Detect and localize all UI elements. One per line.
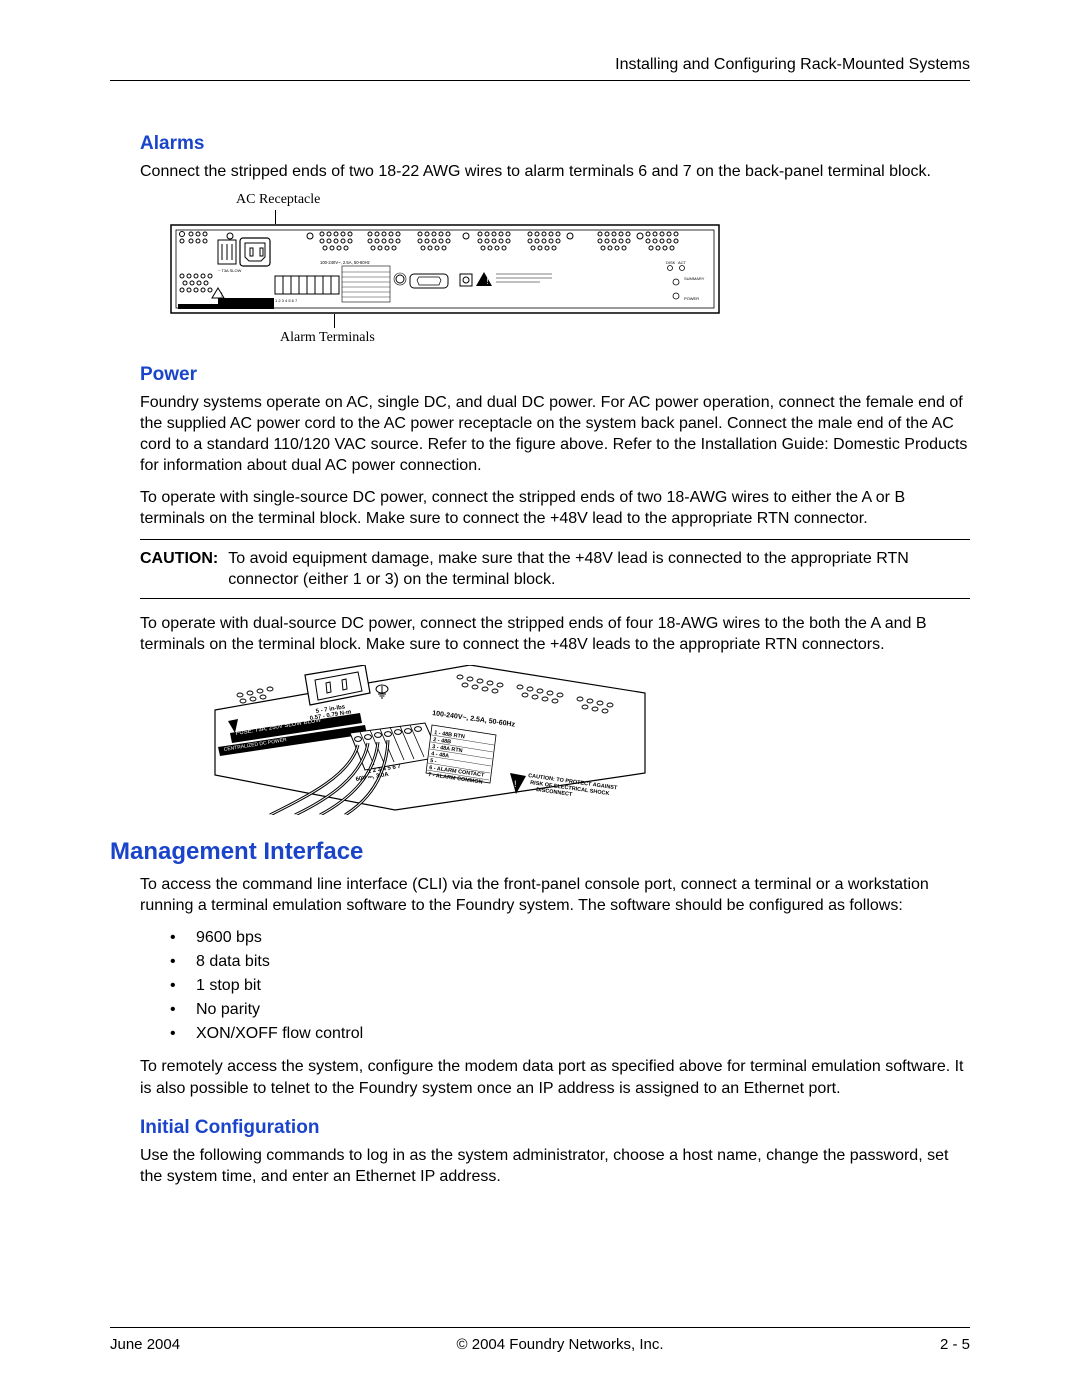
svg-text:DISK: DISK <box>666 260 676 265</box>
back-panel-diagram: ! ! <box>170 224 720 314</box>
list-item: 9600 bps <box>140 926 970 950</box>
footer-copyright: © 2004 Foundry Networks, Inc. <box>457 1336 664 1353</box>
heading-initial-config: Initial Configuration <box>140 1117 970 1139</box>
initcfg-body: Use the following commands to log in as … <box>140 1145 970 1187</box>
power-p3: To operate with dual-source DC power, co… <box>140 613 970 655</box>
power-p2: To operate with single-source DC power, … <box>140 487 970 529</box>
dc-wiring-diagram: FUSE: T3A, 250V SLOW BLOW SEE PRODUCT MA… <box>210 665 650 815</box>
running-header: Installing and Configuring Rack-Mounted … <box>110 56 970 74</box>
mgmt-settings-list: 9600 bps 8 data bits 1 stop bit No parit… <box>140 926 970 1046</box>
page-footer: June 2004 © 2004 Foundry Networks, Inc. … <box>110 1320 970 1354</box>
page: Installing and Configuring Rack-Mounted … <box>0 0 1080 1397</box>
figure1-leader-line-bottom <box>334 314 335 328</box>
svg-text:!: ! <box>487 277 489 286</box>
list-item: XON/XOFF flow control <box>140 1022 970 1046</box>
list-item: No parity <box>140 998 970 1022</box>
list-item: 8 data bits <box>140 950 970 974</box>
svg-text:POWER: POWER <box>684 296 699 301</box>
caution-block: CAUTION: To avoid equipment damage, make… <box>140 539 970 599</box>
mgmt-intro: To access the command line interface (CL… <box>140 874 970 916</box>
alarms-body: Connect the stripped ends of two 18-22 A… <box>140 161 970 182</box>
caution-label: CAUTION: <box>140 548 228 590</box>
svg-text:100-240V~, 2.5A, 50-60Hz: 100-240V~, 2.5A, 50-60Hz <box>320 260 370 265</box>
figure1-caption-ac: AC Receptacle <box>236 192 970 208</box>
heading-power: Power <box>140 364 970 386</box>
svg-text:SUMMARY: SUMMARY <box>684 276 705 281</box>
footer-page-number: 2 - 5 <box>940 1336 970 1353</box>
figure-back-panel: AC Receptacle <box>170 192 970 346</box>
svg-text:~ T3A SLOW: ~ T3A SLOW <box>218 268 242 273</box>
footer-date: June 2004 <box>110 1336 180 1353</box>
figure1-leader-line-top <box>275 210 276 224</box>
figure1-caption-alarm: Alarm Terminals <box>280 330 970 346</box>
svg-text:ACT: ACT <box>678 260 687 265</box>
figure-dc-wiring: FUSE: T3A, 250V SLOW BLOW SEE PRODUCT MA… <box>210 665 970 820</box>
svg-text:1 2 3 4 5 6 7: 1 2 3 4 5 6 7 <box>275 298 298 303</box>
power-p1: Foundry systems operate on AC, single DC… <box>140 392 970 476</box>
mgmt-after: To remotely access the system, configure… <box>140 1056 970 1098</box>
heading-management-interface: Management Interface <box>110 838 970 866</box>
svg-text:!: ! <box>514 779 517 789</box>
caution-body: To avoid equipment damage, make sure tha… <box>228 548 970 590</box>
page-content: Alarms Connect the stripped ends of two … <box>110 81 970 1187</box>
list-item: 1 stop bit <box>140 974 970 998</box>
heading-alarms: Alarms <box>140 133 970 155</box>
